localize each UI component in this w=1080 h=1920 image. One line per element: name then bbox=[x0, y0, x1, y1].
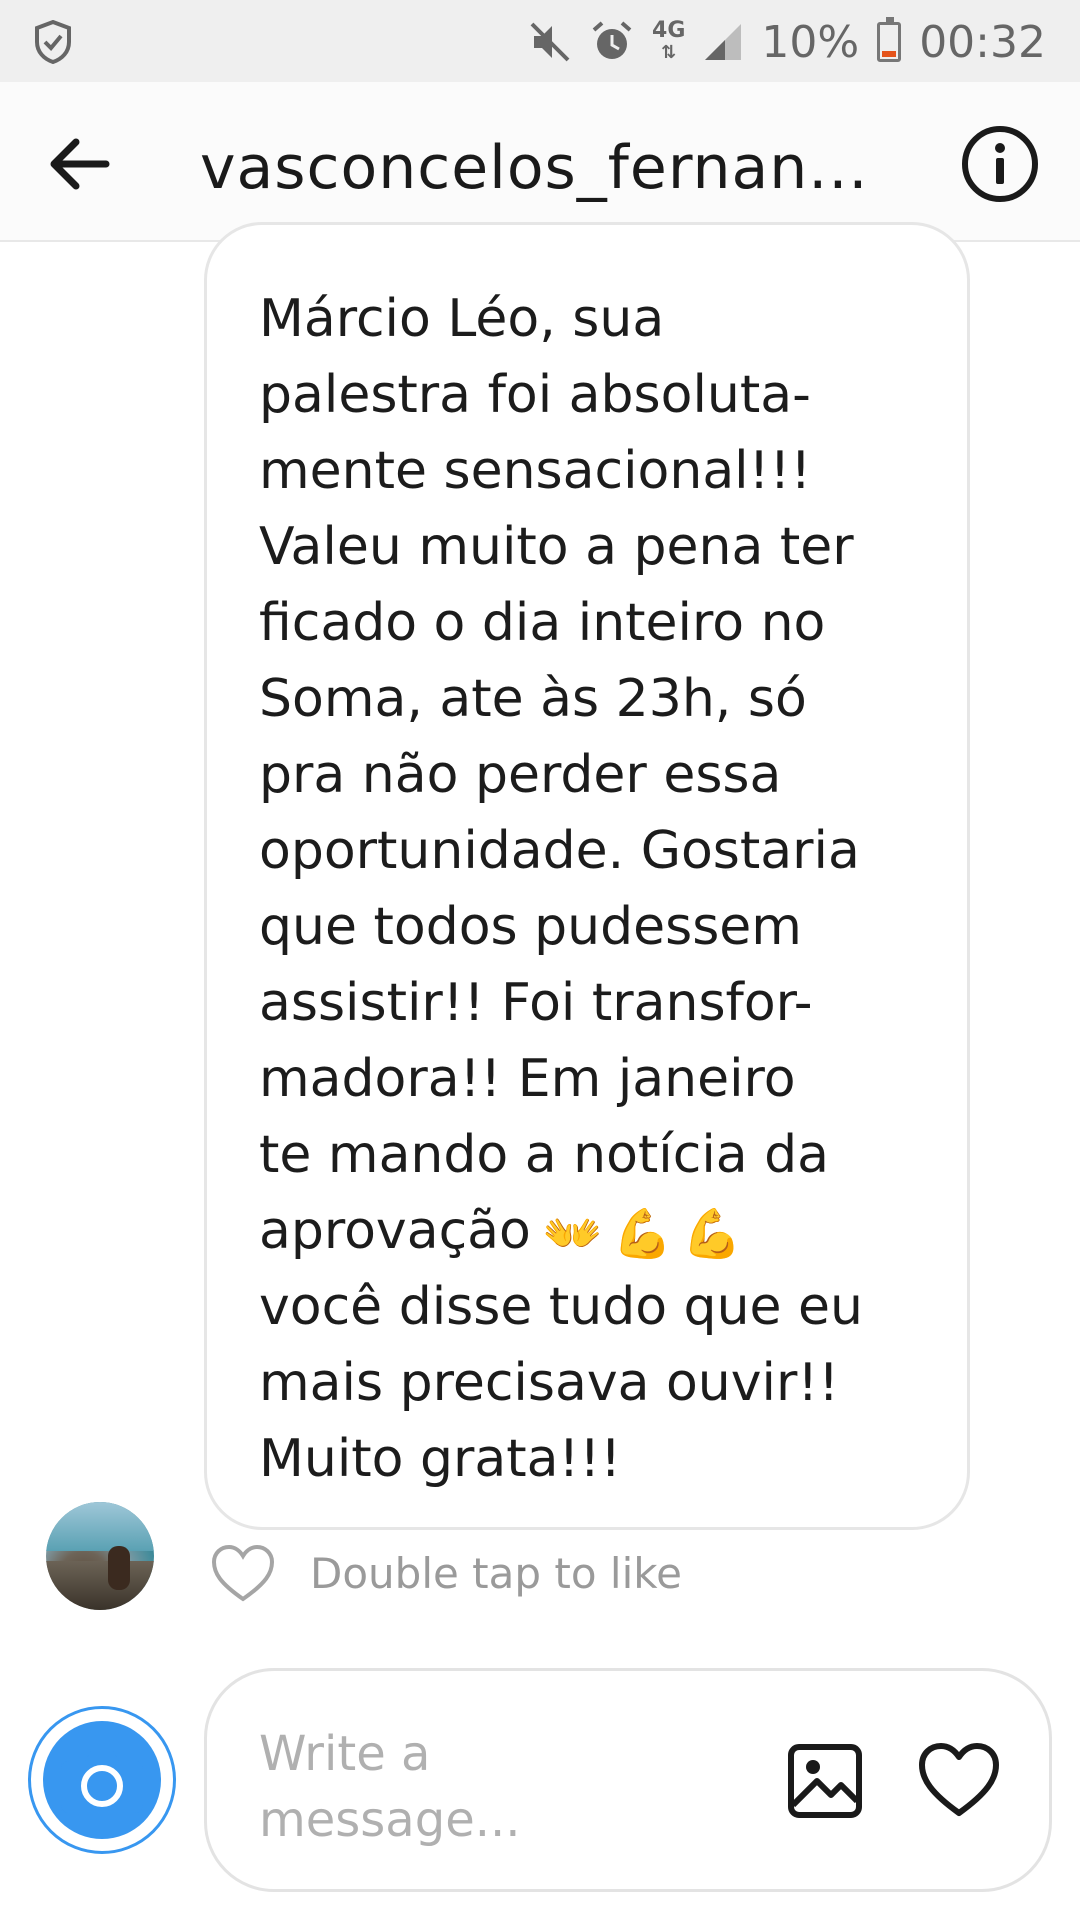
shield-check-icon bbox=[34, 20, 72, 64]
heart-icon bbox=[919, 1743, 999, 1816]
flexed-biceps-emoji: 💪 bbox=[682, 1206, 743, 1262]
battery-percent: 10% bbox=[761, 16, 860, 68]
flexed-biceps-emoji: 💪 bbox=[612, 1206, 673, 1262]
message-input[interactable] bbox=[259, 1721, 689, 1851]
info-icon bbox=[995, 143, 1005, 184]
gallery-button[interactable] bbox=[787, 1743, 863, 1819]
network-type: 4G ⇅ bbox=[652, 18, 686, 64]
back-arrow-icon bbox=[50, 138, 110, 190]
like-hint-row: Double tap to like bbox=[210, 1540, 682, 1606]
camera-button[interactable] bbox=[28, 1706, 176, 1854]
status-bar: 4G ⇅ 10% 00:32 bbox=[0, 0, 1080, 82]
message-emojis: 👐 💪 💪 bbox=[543, 1208, 742, 1260]
message-bubble[interactable]: Márcio Léo, sua palestra foi absoluta- m… bbox=[204, 222, 970, 1530]
message-body: Márcio Léo, sua palestra foi absoluta- m… bbox=[259, 289, 860, 1261]
mute-icon bbox=[528, 20, 572, 64]
camera-icon bbox=[61, 1751, 143, 1813]
open-hands-emoji: 👐 bbox=[542, 1206, 603, 1262]
back-button[interactable] bbox=[44, 128, 116, 200]
sender-avatar[interactable] bbox=[46, 1502, 154, 1610]
conversation-username[interactable]: vasconcelos_fernan... bbox=[200, 128, 920, 208]
battery-icon bbox=[877, 17, 902, 62]
message-composer bbox=[204, 1668, 1052, 1892]
clock: 00:32 bbox=[919, 16, 1046, 68]
gallery-icon bbox=[788, 1744, 862, 1818]
signal-icon bbox=[703, 22, 743, 62]
heart-icon[interactable] bbox=[210, 1543, 276, 1603]
message-text: Márcio Léo, sua palestra foi absoluta- m… bbox=[259, 281, 921, 1497]
conversation-header: vasconcelos_fernan... bbox=[0, 82, 1080, 242]
like-hint-text: Double tap to like bbox=[310, 1548, 682, 1598]
message-body-continued: você disse tudo que eu mais precisava ou… bbox=[259, 1277, 863, 1489]
alarm-icon bbox=[590, 20, 634, 64]
info-button[interactable] bbox=[962, 126, 1038, 202]
like-button[interactable] bbox=[917, 1741, 1001, 1819]
status-icons: 4G ⇅ 10% 00:32 bbox=[528, 14, 1046, 70]
